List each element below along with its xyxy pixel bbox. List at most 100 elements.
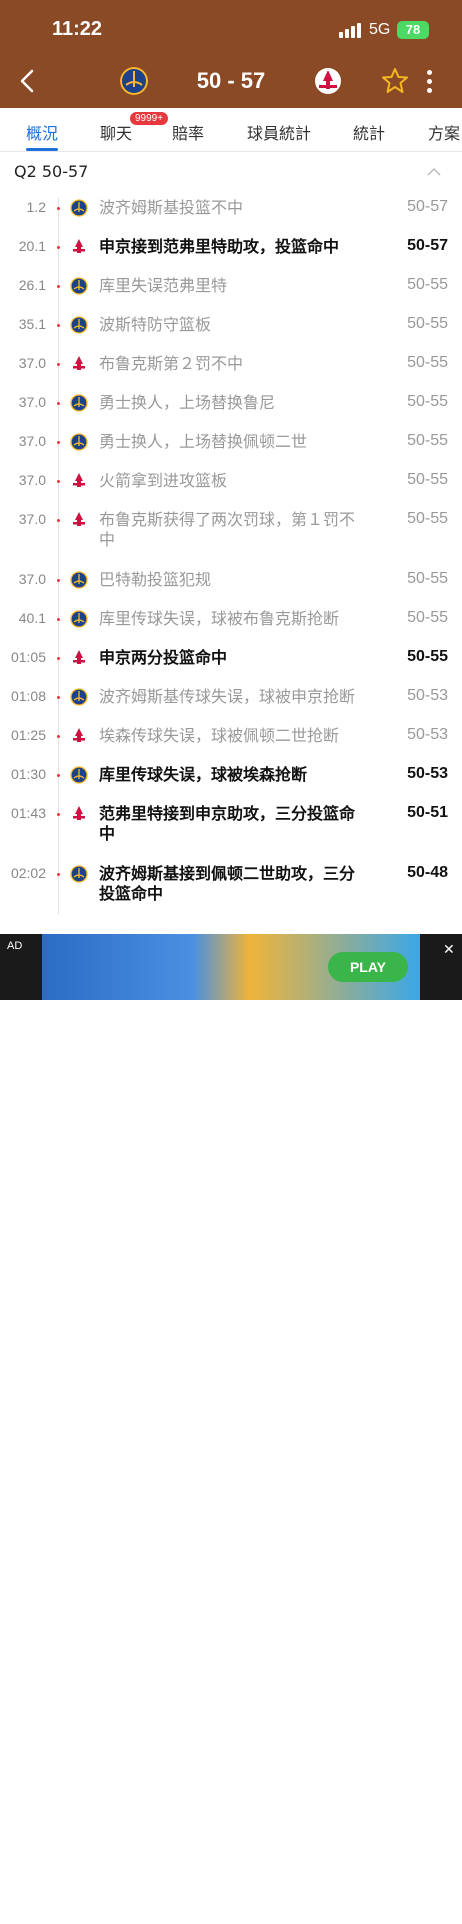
event-score: 50-53 xyxy=(407,726,448,743)
event-description: 埃森传球失误，球被佩顿二世抢断 xyxy=(99,726,340,745)
warriors-logo-icon xyxy=(70,865,88,883)
tab-chat[interactable]: 聊天 xyxy=(100,120,132,144)
network-type: 5G xyxy=(369,21,391,38)
event-time: 01:43 xyxy=(10,805,46,821)
status-bar: 11:22 5G 78 xyxy=(0,0,462,56)
battery-icon: 78 xyxy=(397,21,429,39)
signal-icon xyxy=(339,22,363,38)
warriors-logo-icon xyxy=(70,199,88,217)
event-time: 01:08 xyxy=(10,688,46,704)
rockets-logo-icon xyxy=(70,511,88,529)
timeline-line xyxy=(58,198,59,914)
tab-plans[interactable]: 方案 xyxy=(428,120,460,144)
event-score: 50-55 xyxy=(407,354,448,371)
event-description: 范弗里特接到申京助攻，三分投篮命中 xyxy=(99,804,356,843)
event-score: 50-55 xyxy=(407,276,448,293)
tab-odds[interactable]: 賠率 xyxy=(172,120,204,144)
timeline-dot xyxy=(57,774,60,777)
rockets-logo-icon xyxy=(70,472,88,490)
timeline-dot xyxy=(57,735,60,738)
timeline-dot xyxy=(57,519,60,522)
event-description: 库里失误范弗里特 xyxy=(99,276,228,295)
timeline-dot xyxy=(57,441,60,444)
warriors-logo-icon xyxy=(70,610,88,628)
event-score: 50-55 xyxy=(407,510,448,527)
warriors-logo-icon xyxy=(70,277,88,295)
rockets-logo-icon[interactable] xyxy=(314,67,342,95)
event-score: 50-57 xyxy=(407,198,448,215)
event-time: 37.0 xyxy=(18,355,46,371)
event-time: 26.1 xyxy=(18,277,46,293)
chat-count-badge: 9999+ xyxy=(130,112,169,125)
nav-bar: 50 - 57 xyxy=(0,56,462,108)
timeline-dot xyxy=(57,579,60,582)
rockets-logo-icon xyxy=(70,355,88,373)
timeline-dot xyxy=(57,402,60,405)
ad-close-icon[interactable]: ✕ xyxy=(443,942,455,958)
event-description: 巴特勒投篮犯规 xyxy=(99,570,212,589)
event-description: 布鲁克斯获得了两次罚球，第１罚不中 xyxy=(99,510,356,549)
rockets-logo-icon xyxy=(70,727,88,745)
home-indicator xyxy=(152,1919,310,1924)
event-description: 库里传球失误，球被布鲁克斯抢断 xyxy=(99,609,340,628)
warriors-logo-icon[interactable] xyxy=(120,67,148,95)
ad-label: AD xyxy=(7,940,23,952)
warriors-logo-icon xyxy=(70,688,88,706)
timeline-dot xyxy=(57,657,60,660)
event-description: 波齐姆斯基传球失误，球被申京抢断 xyxy=(99,687,356,706)
warriors-logo-icon xyxy=(70,394,88,412)
ad-play-button[interactable]: PLAY xyxy=(328,952,408,982)
event-score: 50-55 xyxy=(407,471,448,488)
event-time: 20.1 xyxy=(18,238,46,254)
timeline-dot xyxy=(57,207,60,210)
event-description: 申京接到范弗里特助攻，投篮命中 xyxy=(99,237,340,256)
header-bar: 11:22 5G 78 50 - 57 xyxy=(0,0,462,108)
event-description: 波斯特防守篮板 xyxy=(99,315,212,334)
ad-banner-area[interactable]: AD PLAY ✕ xyxy=(0,934,462,1924)
event-time: 02:02 xyxy=(10,865,46,881)
event-time: 37.0 xyxy=(18,511,46,527)
timeline-dot xyxy=(57,324,60,327)
event-description: 勇士换人，上场替换佩顿二世 xyxy=(99,432,308,451)
back-arrow-icon[interactable] xyxy=(14,66,42,96)
event-description: 申京两分投篮命中 xyxy=(99,648,228,667)
event-score: 50-55 xyxy=(407,648,448,665)
rockets-logo-icon xyxy=(70,805,88,823)
event-time: 01:30 xyxy=(10,766,46,782)
tab-player-stats[interactable]: 球員統計 xyxy=(247,120,311,144)
tab-overview[interactable]: 概況 xyxy=(26,120,58,144)
warriors-logo-icon xyxy=(70,433,88,451)
event-description: 火箭拿到进攻篮板 xyxy=(99,471,228,490)
event-score: 50-53 xyxy=(407,687,448,704)
event-time: 37.0 xyxy=(18,394,46,410)
warriors-logo-icon xyxy=(70,571,88,589)
status-time: 11:22 xyxy=(52,18,103,40)
rockets-logo-icon xyxy=(70,238,88,256)
event-description: 库里传球失误，球被埃森抢断 xyxy=(99,765,308,784)
event-score: 50-55 xyxy=(407,432,448,449)
rockets-logo-icon xyxy=(70,649,88,667)
timeline-dot xyxy=(57,285,60,288)
event-description: 波齐姆斯基投篮不中 xyxy=(99,198,244,217)
event-score: 50-55 xyxy=(407,315,448,332)
event-time: 1.2 xyxy=(26,199,46,215)
event-time: 01:05 xyxy=(10,649,46,665)
collapse-chevron-icon[interactable] xyxy=(426,166,442,178)
event-time: 37.0 xyxy=(18,433,46,449)
more-options-icon[interactable] xyxy=(424,68,434,94)
timeline-dot xyxy=(57,813,60,816)
event-description: 波齐姆斯基接到佩顿二世助攻，三分投篮命中 xyxy=(99,864,356,903)
event-time: 37.0 xyxy=(18,571,46,587)
game-score: 50 - 57 xyxy=(196,68,266,93)
warriors-logo-icon xyxy=(70,766,88,784)
event-description: 布鲁克斯第２罚不中 xyxy=(99,354,244,373)
tab-bar: 概況 聊天 9999+ 賠率 球員統計 統計 方案 xyxy=(0,108,462,152)
event-time: 37.0 xyxy=(18,472,46,488)
event-time: 35.1 xyxy=(18,316,46,332)
tab-stats[interactable]: 統計 xyxy=(353,120,385,144)
event-score: 50-57 xyxy=(407,237,448,254)
timeline-dot xyxy=(57,246,60,249)
favorite-star-icon[interactable] xyxy=(380,66,410,96)
event-score: 50-48 xyxy=(407,864,448,881)
event-score: 50-55 xyxy=(407,609,448,626)
